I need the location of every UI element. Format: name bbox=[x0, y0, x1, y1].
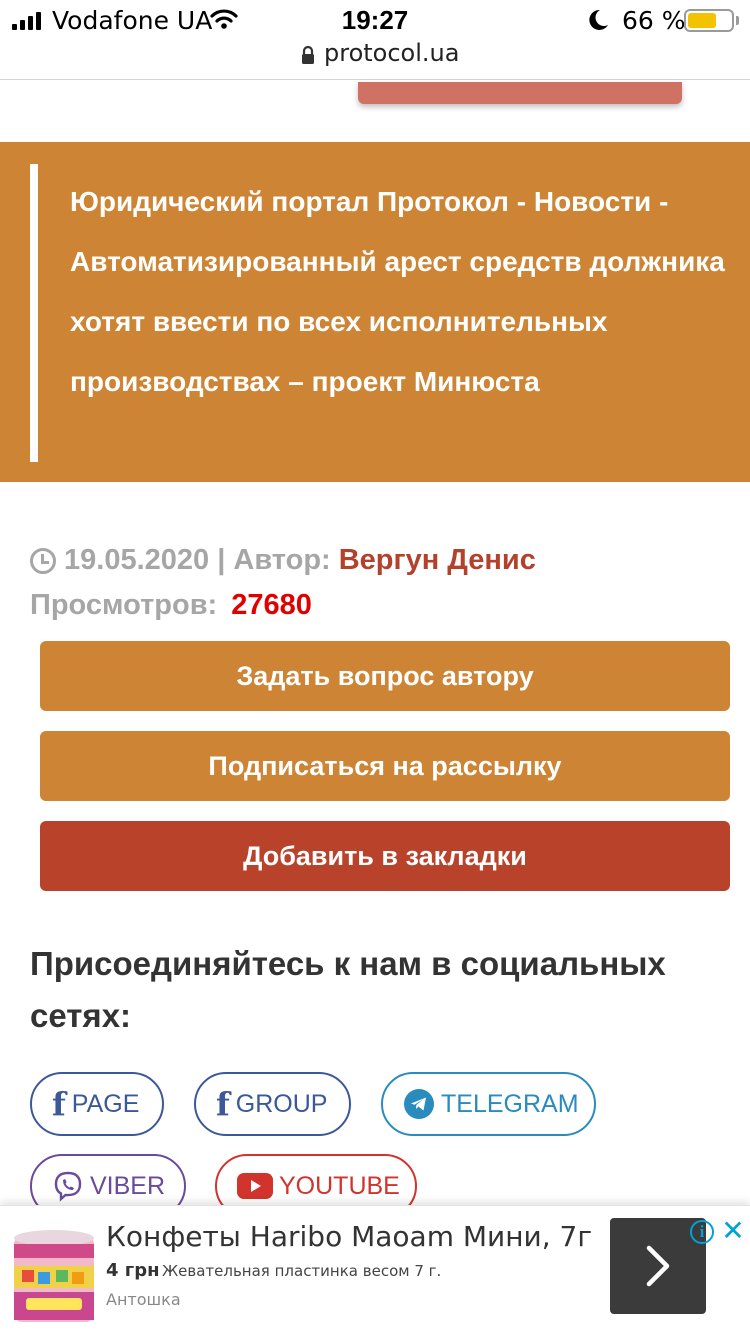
breadcrumb-portal-link[interactable]: Юридический портал Протокол bbox=[70, 186, 509, 217]
telegram-button[interactable]: TELEGRAM bbox=[381, 1072, 596, 1136]
chevron-right-icon bbox=[646, 1245, 670, 1287]
social-heading: Присоединяйтесь к нам в социальных сетях… bbox=[30, 945, 666, 1034]
ad-price: 4 грн bbox=[106, 1260, 160, 1281]
banner-accent-bar bbox=[30, 164, 38, 462]
facebook-icon: f bbox=[216, 1085, 230, 1123]
views-row: Просмотров: 27680 bbox=[30, 589, 312, 622]
meta-divider: | bbox=[217, 544, 226, 576]
breadcrumb-banner: Юридический портал Протокол - Новости - … bbox=[0, 142, 750, 482]
ad-title[interactable]: Конфеты Haribo Maoam Мини, 7г bbox=[106, 1220, 592, 1253]
article-date: 19.05.2020 bbox=[64, 544, 210, 576]
lock-icon bbox=[300, 45, 316, 69]
battery-icon bbox=[684, 9, 734, 32]
do-not-disturb-icon bbox=[588, 8, 610, 36]
ad-shop-name: Антошка bbox=[106, 1290, 181, 1309]
ad-close-icon[interactable]: ✕ bbox=[720, 1216, 746, 1246]
facebook-group-button[interactable]: f GROUP bbox=[194, 1072, 351, 1136]
youtube-icon bbox=[237, 1173, 273, 1199]
views-count: 27680 bbox=[231, 589, 312, 621]
facebook-page-button[interactable]: f PAGE bbox=[30, 1072, 164, 1136]
facebook-page-label: PAGE bbox=[71, 1089, 140, 1118]
telegram-label: TELEGRAM bbox=[441, 1089, 579, 1118]
telegram-icon bbox=[403, 1088, 435, 1120]
breadcrumb-separator: - bbox=[508, 186, 534, 217]
clock-icon bbox=[30, 547, 56, 574]
author-label: Автор: bbox=[233, 544, 331, 576]
battery-percent: 66 % bbox=[622, 6, 686, 35]
ad-product-image[interactable] bbox=[8, 1226, 100, 1326]
partially-hidden-button[interactable] bbox=[358, 82, 682, 104]
add-bookmark-button[interactable]: Добавить в закладки bbox=[40, 821, 730, 891]
ask-author-button[interactable]: Задать вопрос автору bbox=[40, 641, 730, 711]
address-bar[interactable]: protocol.ua bbox=[0, 36, 750, 80]
facebook-group-label: GROUP bbox=[235, 1089, 328, 1118]
battery-tip bbox=[736, 16, 739, 25]
breadcrumb-section-link[interactable]: Новости bbox=[534, 186, 651, 217]
subscribe-button[interactable]: Подписаться на рассылку bbox=[40, 731, 730, 801]
ad-description: Жевательная пластинка весом 7 г. bbox=[162, 1262, 442, 1280]
ad-info-icon[interactable]: i bbox=[690, 1220, 714, 1244]
url-text[interactable]: protocol.ua bbox=[324, 39, 459, 67]
ad-banner[interactable]: Конфеты Haribo Maoam Мини, 7г 4 грн Жева… bbox=[0, 1205, 750, 1334]
views-label: Просмотров: bbox=[30, 589, 218, 621]
viber-label: VIBER bbox=[90, 1171, 166, 1200]
breadcrumb-current-article: Автоматизированный арест средств должник… bbox=[70, 246, 725, 397]
author-link[interactable]: Вергун Денис bbox=[339, 544, 536, 577]
article-meta: 19.05.2020 | Автор: Вергун Денис bbox=[30, 544, 536, 577]
breadcrumb-separator: - bbox=[651, 186, 669, 217]
breadcrumb: Юридический портал Протокол - Новости - … bbox=[70, 172, 730, 412]
viber-icon bbox=[52, 1170, 84, 1202]
youtube-label: YOUTUBE bbox=[279, 1171, 400, 1200]
facebook-icon: f bbox=[52, 1085, 66, 1123]
